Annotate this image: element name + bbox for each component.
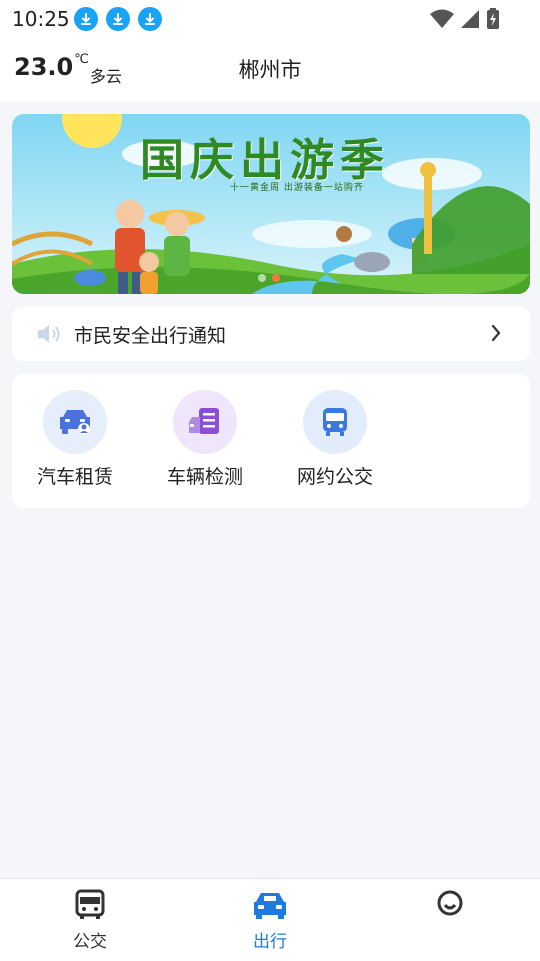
tab-profile[interactable] <box>400 889 500 927</box>
status-time: 10:25 <box>12 7 70 31</box>
service-label: 网约公交 <box>296 466 373 488</box>
bottom-tab-bar: 公交 出行 <box>0 878 540 961</box>
service-label: 车辆检测 <box>166 466 243 488</box>
download-icon <box>74 7 98 31</box>
car-icon <box>254 893 286 919</box>
speaker-icon <box>38 325 60 343</box>
carousel-dot-active[interactable] <box>272 274 280 282</box>
app-header: 23.0 ℃ 多云 郴州市 <box>0 38 540 102</box>
notification-icons <box>74 7 162 31</box>
service-label: 汽车租赁 <box>36 466 113 488</box>
bus-icon <box>75 889 105 919</box>
status-bar: 10:25 <box>0 0 540 38</box>
tab-label: 出行 <box>253 932 287 952</box>
notice-bar[interactable]: 市民安全出行通知 <box>12 307 530 361</box>
carousel-dot[interactable] <box>258 274 266 282</box>
chevron-right-icon <box>491 324 501 342</box>
banner-title: 国庆出游季 <box>140 135 390 186</box>
service-car-rental[interactable]: 汽车租赁 <box>20 390 130 489</box>
promo-banner[interactable]: 国庆出游季 十一黄金周 出游装备一站购齐 <box>12 114 530 294</box>
bus-icon <box>303 390 367 454</box>
signal-icon <box>461 10 479 28</box>
tab-bus[interactable]: 公交 <box>40 889 140 952</box>
battery-icon <box>487 8 499 29</box>
service-vehicle-inspection[interactable]: 车辆检测 <box>150 390 260 489</box>
wifi-icon <box>430 9 454 28</box>
tab-label: 公交 <box>73 932 107 952</box>
notice-text: 市民安全出行通知 <box>74 325 227 347</box>
download-icon <box>106 7 130 31</box>
city-name[interactable]: 郴州市 <box>0 54 540 84</box>
banner-subtitle: 十一黄金周 出游装备一站购齐 <box>230 183 364 193</box>
download-icon <box>138 7 162 31</box>
banner-carousel-dots <box>258 274 280 282</box>
services-panel: 汽车租赁 车辆检测 网约公交 <box>12 374 530 508</box>
profile-icon <box>437 890 463 916</box>
system-status-icons <box>430 8 500 30</box>
tab-travel[interactable]: 出行 <box>220 889 320 952</box>
service-online-bus[interactable]: 网约公交 <box>280 390 390 489</box>
car-rental-icon <box>43 390 107 454</box>
vehicle-inspection-icon <box>173 390 237 454</box>
